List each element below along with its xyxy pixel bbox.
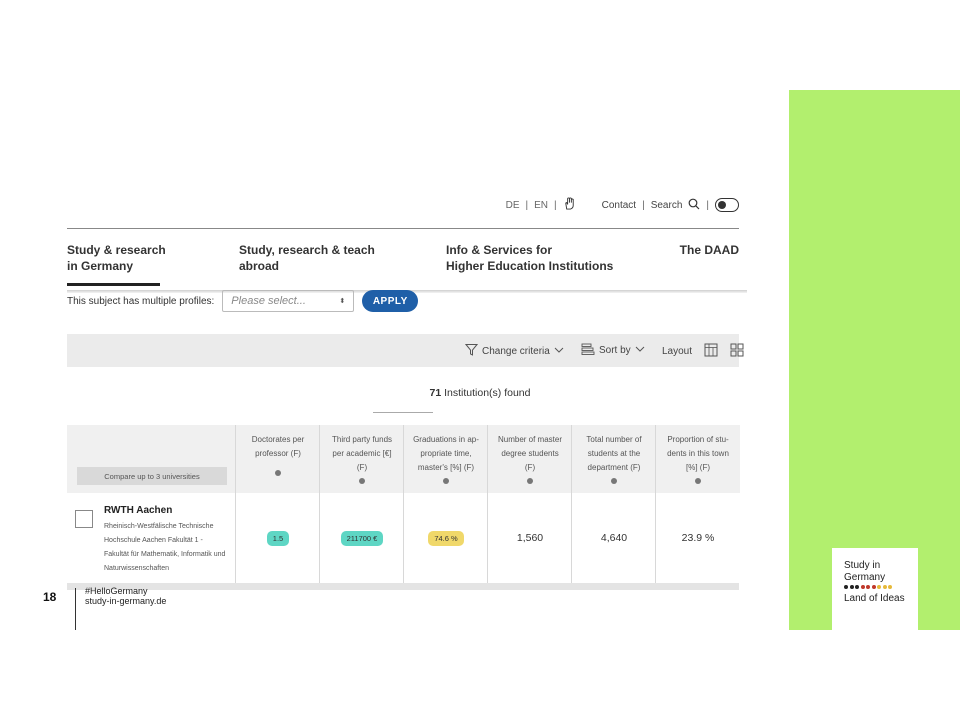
footer-text: #HelloGermany study-in-germany.de (85, 586, 166, 606)
university-description: Rheinisch-Westfälische Technische Hochsc… (104, 523, 226, 572)
filter-icon (464, 343, 479, 359)
table-layout-icon[interactable] (704, 343, 718, 360)
hand-icon[interactable] (563, 197, 576, 213)
sort-by-label: Sort by (599, 345, 631, 356)
logo-dot (866, 585, 870, 589)
profile-select-placeholder: Please select... (231, 295, 306, 307)
logo-dot (849, 585, 854, 589)
search-icon[interactable] (688, 198, 700, 213)
value-badge: 211700 € (340, 530, 384, 546)
info-icon[interactable] (527, 478, 533, 484)
column-header: Number of master degree students (F) (488, 425, 572, 493)
table-column: Graduations in ap- propriate time, maste… (403, 425, 488, 590)
contact-link[interactable]: Contact (602, 200, 636, 211)
chevron-down-icon (635, 345, 645, 356)
table-cell: 211700 € (320, 493, 404, 583)
change-criteria-button[interactable]: Change criteria (464, 343, 564, 359)
results-count-divider (373, 412, 433, 413)
info-icon[interactable] (275, 470, 281, 476)
column-header-label: Graduations in ap- propriate time, maste… (413, 435, 479, 472)
utility-bar: DE | EN | Contact | Search | (506, 197, 739, 213)
column-header: Graduations in ap- propriate time, maste… (404, 425, 488, 493)
info-icon[interactable] (443, 478, 449, 484)
column-header-label: Number of master degree students (F) (497, 435, 563, 472)
sort-by-button[interactable]: Sort by (581, 343, 645, 358)
compare-checkbox[interactable] (75, 510, 93, 528)
column-header-label: Proportion of stu- dents in this town [%… (667, 435, 729, 472)
info-icon[interactable] (611, 478, 617, 484)
logo-dot (888, 585, 892, 589)
nav-item-higher-education-services[interactable]: Info & Services for Higher Education Ins… (446, 242, 613, 274)
results-count-suffix: Institution(s) found (441, 387, 531, 399)
contrast-toggle[interactable] (715, 198, 739, 212)
logo-dot (860, 585, 865, 589)
profile-label: This subject has multiple profiles: (67, 295, 215, 307)
column-header: Third party funds per academic [€] (F) (320, 425, 404, 493)
info-icon[interactable] (359, 478, 365, 484)
nav-divider (67, 228, 739, 229)
nav-item-the-daad[interactable]: The DAAD (680, 242, 739, 258)
info-icon[interactable] (695, 478, 701, 484)
table-cell: 4,640 (600, 532, 628, 544)
column-header-label: Third party funds per academic [€] (F) (331, 435, 393, 472)
layout-switcher: Layout (662, 343, 744, 360)
page-number: 18 (43, 590, 57, 604)
compare-hint: Compare up to 3 universities (77, 467, 227, 485)
table-column: Doctorates per professor (F) 1.5 (235, 425, 320, 590)
table-bottom-edge (67, 583, 739, 590)
utility-separator: | (642, 199, 645, 211)
grid-layout-icon[interactable] (730, 343, 744, 360)
logo-dot (855, 585, 859, 589)
change-criteria-label: Change criteria (482, 345, 550, 357)
study-in-germany-logo: Study in Germany Land of Ideas (832, 548, 918, 630)
column-header: Total number of students at the departme… (572, 425, 656, 493)
logo-dot (844, 585, 848, 589)
search-link[interactable]: Search (651, 200, 683, 211)
logo-dots (844, 585, 892, 589)
lang-separator: | (525, 199, 529, 211)
column-header: Proportion of stu- dents in this town [%… (656, 425, 740, 493)
column-header: Doctorates per professor (F) (236, 425, 320, 493)
nav-item-study-in-germany[interactable]: Study & research in Germany (67, 242, 166, 274)
logo-line3: Land of Ideas (844, 593, 905, 604)
layout-label: Layout (662, 346, 693, 357)
table-cell: 1,560 (516, 532, 544, 544)
footer-divider (75, 588, 76, 630)
nav-item-study-abroad[interactable]: Study, research & teach abroad (239, 242, 375, 274)
results-table: Compare up to 3 universities RWTH Aachen… (67, 425, 740, 590)
logo-dot (871, 585, 876, 589)
chevron-down-icon (554, 346, 564, 357)
footer-site: study-in-germany.de (85, 596, 167, 606)
apply-button[interactable]: APPLY (362, 290, 419, 312)
sort-icon (581, 343, 595, 358)
lang-de-link[interactable]: DE (506, 200, 520, 211)
table-column: Total number of students at the departme… (571, 425, 656, 590)
results-count-number: 71 (429, 387, 442, 399)
footer-hashtag: #HelloGermany (85, 586, 148, 596)
column-header-label: Total number of students at the departme… (586, 435, 642, 472)
logo-dot (877, 585, 881, 589)
column-header-label: Doctorates per professor (F) (251, 435, 305, 458)
table-cell: 23.9 % (681, 532, 715, 544)
lang-en-link[interactable]: EN (534, 200, 548, 211)
logo-dot (882, 585, 887, 589)
table-column: Third party funds per academic [€] (F) 2… (319, 425, 404, 590)
table-column: Number of master degree students (F) 1,5… (487, 425, 572, 590)
active-nav-indicator (67, 283, 160, 286)
table-cell: 74.6 % (404, 493, 488, 583)
value-badge: 1.5 (266, 530, 290, 546)
utility-separator: | (706, 199, 709, 211)
profile-selector: This subject has multiple profiles: Plea… (67, 290, 419, 312)
lang-separator: | (554, 199, 557, 211)
value-badge: 74.6 % (428, 530, 464, 546)
select-arrows-icon: ⬍ (339, 298, 346, 305)
university-name[interactable]: RWTH Aachen (104, 505, 172, 516)
logo-line1: Study in (844, 560, 881, 571)
table-cell: 1.5 (236, 493, 320, 583)
results-toolbar: Change criteria Sort by Layout (67, 334, 744, 367)
logo-line2: Germany (844, 572, 886, 583)
profile-select[interactable]: Please select... ⬍ (222, 290, 355, 312)
table-column: Proportion of stu- dents in this town [%… (655, 425, 740, 590)
